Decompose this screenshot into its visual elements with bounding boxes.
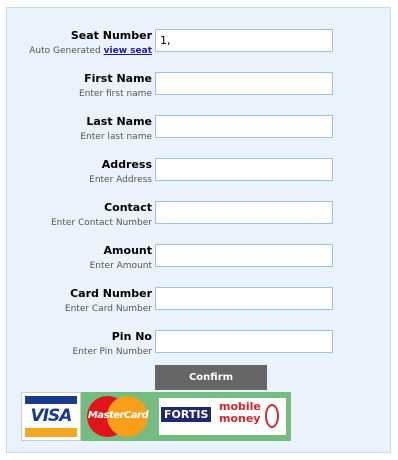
mastercard-wordmark: MasterCard [87, 410, 149, 421]
registration-form-panel: Seat Number Auto Generated view seat Fir… [6, 7, 391, 453]
form-row-amount: Amount Enter Amount [7, 230, 392, 271]
form-row-last-name: Last Name Enter last name [7, 101, 392, 142]
payment-logos: VISA MasterCard FORTIS mobile money [21, 392, 291, 441]
field-label: Card Number [70, 287, 152, 300]
field-label: First Name [84, 72, 152, 85]
field-label: Pin No [111, 330, 152, 343]
visa-band-top [25, 396, 77, 404]
address-input[interactable] [155, 158, 333, 181]
amount-input[interactable] [155, 244, 333, 267]
field-label: Last Name [86, 115, 152, 128]
visa-logo-icon: VISA [21, 392, 81, 441]
field-label: Amount [103, 244, 152, 257]
field-hint: Enter last name [80, 132, 152, 142]
fortis-mobile-money-logo-icon: FORTIS mobile money [159, 398, 286, 435]
form-row-address: Address Enter Address [7, 144, 392, 185]
seat-number-input[interactable] [155, 29, 333, 52]
mobile-money-line2: money [219, 412, 261, 425]
first-name-input[interactable] [155, 72, 333, 95]
form-row-card-number: Card Number Enter Card Number [7, 273, 392, 314]
last-name-input[interactable] [155, 115, 333, 138]
field-hint: Auto Generated view seat [29, 46, 152, 56]
mobile-money-wordmark: mobile money [219, 401, 261, 425]
mobile-money-swirl-icon [265, 404, 279, 428]
form-row-first-name: First Name Enter first name [7, 58, 392, 99]
fortis-wordmark: FORTIS [161, 407, 212, 422]
card-number-input[interactable] [155, 287, 333, 310]
field-hint-text: Auto Generated [29, 46, 101, 56]
field-hint: Enter first name [79, 89, 152, 99]
confirm-button[interactable]: Confirm [155, 365, 267, 390]
field-hint: Enter Address [89, 175, 152, 185]
form-row-pin: Pin No Enter Pin Number [7, 316, 392, 357]
contact-input[interactable] [155, 201, 333, 224]
pin-input[interactable] [155, 330, 333, 353]
field-label: Address [101, 158, 152, 171]
form-row-contact: Contact Enter Contact Number [7, 187, 392, 228]
mastercard-logo-icon: MasterCard [87, 396, 149, 437]
field-hint: Enter Card Number [64, 304, 152, 314]
field-hint: Enter Pin Number [72, 347, 152, 357]
form-row-seat-number: Seat Number Auto Generated view seat [7, 15, 392, 56]
visa-band-bottom [25, 428, 77, 437]
field-label: Seat Number [70, 29, 152, 42]
logo-strip-background: MasterCard FORTIS mobile money [81, 392, 291, 441]
field-label: Contact [104, 201, 152, 214]
view-seat-link[interactable]: view seat [104, 46, 152, 56]
field-hint: Enter Contact Number [50, 218, 152, 228]
field-hint: Enter Amount [89, 261, 152, 271]
visa-wordmark: VISA [30, 406, 73, 426]
